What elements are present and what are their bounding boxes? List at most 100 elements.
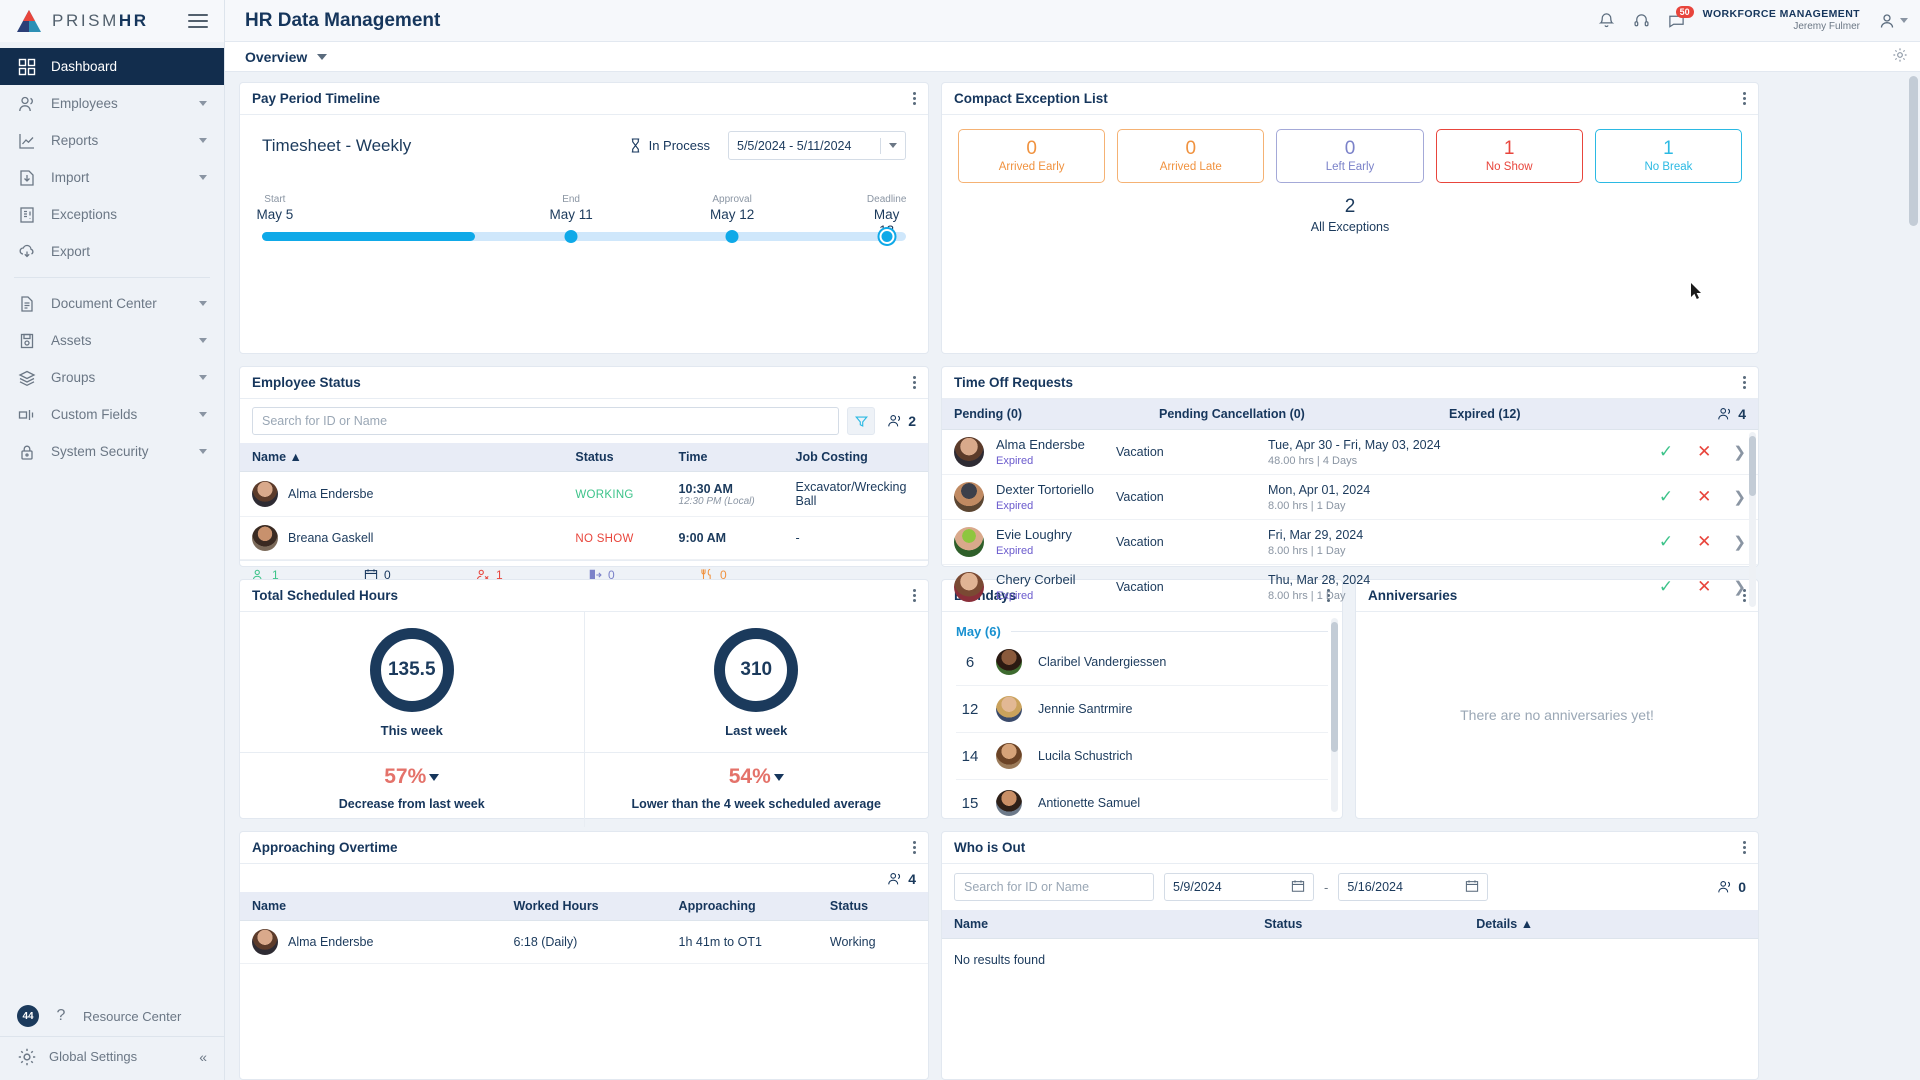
list-item[interactable]: 12 Jennie Santrmire bbox=[956, 686, 1328, 733]
column-header-details[interactable]: Details ▲ bbox=[1464, 910, 1758, 939]
chevron-right-icon[interactable]: ❯ bbox=[1733, 533, 1746, 551]
date-from-input[interactable]: 5/9/2024 bbox=[1164, 873, 1314, 901]
notifications-bell-icon[interactable] bbox=[1598, 12, 1615, 29]
column-header-approaching[interactable]: Approaching bbox=[666, 892, 818, 921]
search-input[interactable] bbox=[252, 407, 840, 435]
messages-icon[interactable]: 50 bbox=[1668, 6, 1694, 29]
column-header-time[interactable]: Time bbox=[666, 443, 784, 472]
chevron-down-icon bbox=[1900, 18, 1908, 23]
chevron-down-icon[interactable] bbox=[199, 412, 207, 417]
birthdays-scrollbar[interactable] bbox=[1331, 618, 1338, 812]
collapse-sidebar-icon[interactable]: « bbox=[199, 1049, 207, 1065]
support-icon[interactable] bbox=[1633, 12, 1650, 29]
sidebar-item-dashboard[interactable]: Dashboard bbox=[0, 48, 224, 85]
tab-overview[interactable]: Overview bbox=[245, 48, 328, 65]
exception-card-arrived-early[interactable]: 0 Arrived Early bbox=[958, 129, 1106, 183]
card-menu-icon[interactable] bbox=[913, 839, 916, 856]
card-menu-icon[interactable] bbox=[913, 587, 916, 604]
approve-icon[interactable]: ✓ bbox=[1659, 487, 1673, 507]
list-item[interactable]: 15 Antionette Samuel bbox=[956, 780, 1328, 818]
sidebar-item-employees[interactable]: Employees bbox=[0, 85, 224, 122]
chevron-down-icon[interactable] bbox=[199, 138, 207, 143]
request-hours: 8.00 hrs | 1 Day bbox=[1268, 590, 1346, 602]
approve-icon[interactable]: ✓ bbox=[1659, 577, 1673, 597]
tab-pending-cancellation[interactable]: Pending Cancellation (0) bbox=[1159, 407, 1449, 421]
sidebar-item-system-security[interactable]: System Security bbox=[0, 433, 224, 470]
calendar-icon[interactable] bbox=[1291, 879, 1305, 896]
time-off-row[interactable]: Chery Corbeil Expired Vacation Thu, Mar 2… bbox=[942, 565, 1758, 609]
sidebar-item-groups[interactable]: Groups bbox=[0, 359, 224, 396]
reject-icon[interactable]: ✕ bbox=[1697, 577, 1711, 597]
approve-icon[interactable]: ✓ bbox=[1659, 442, 1673, 462]
table-header-row: Name ▲ Status Time Job Costing bbox=[240, 443, 928, 472]
list-item[interactable]: 6 Claribel Vandergiessen bbox=[956, 639, 1328, 686]
chevron-right-icon[interactable]: ❯ bbox=[1733, 443, 1746, 461]
time-off-requests-card: Time Off Requests Pending (0) Pending Ca… bbox=[941, 366, 1759, 607]
global-settings-button[interactable]: Global Settings « bbox=[0, 1036, 224, 1076]
table-row[interactable]: Alma Endersbe 6:18 (Daily) 1h 41m to OT1… bbox=[240, 920, 928, 964]
user-menu-button[interactable] bbox=[1878, 12, 1908, 30]
sidebar-item-import[interactable]: Import bbox=[0, 159, 224, 196]
reject-icon[interactable]: ✕ bbox=[1697, 442, 1711, 462]
chevron-down-icon[interactable] bbox=[199, 101, 207, 106]
sidebar-item-assets[interactable]: Assets bbox=[0, 322, 224, 359]
chevron-down-icon[interactable] bbox=[199, 301, 207, 306]
chevron-down-icon[interactable] bbox=[199, 338, 207, 343]
card-menu-icon[interactable] bbox=[1743, 374, 1746, 391]
exception-card-no-show[interactable]: 1 No Show bbox=[1435, 129, 1583, 183]
column-header-name[interactable]: Name ▲ bbox=[240, 443, 564, 472]
card-menu-icon[interactable] bbox=[1743, 839, 1746, 856]
sidebar-item-exceptions[interactable]: Exceptions bbox=[0, 196, 224, 233]
timeline-dot-approval[interactable] bbox=[725, 230, 739, 243]
chevron-down-icon[interactable] bbox=[199, 449, 207, 454]
page-scrollbar[interactable] bbox=[1909, 76, 1918, 1076]
column-header-name[interactable]: Name bbox=[942, 910, 1253, 939]
sidebar-item-document-center[interactable]: Document Center bbox=[0, 285, 224, 322]
column-header-status[interactable]: Status bbox=[563, 443, 667, 472]
pay-period-date-select[interactable]: 5/5/2024 - 5/11/2024 bbox=[728, 131, 906, 160]
chevron-down-icon[interactable] bbox=[199, 375, 207, 380]
tab-pending[interactable]: Pending (0) bbox=[954, 407, 1159, 421]
time-off-row[interactable]: Alma Endersbe Expired Vacation Tue, Apr 3… bbox=[942, 430, 1758, 475]
date-to-input[interactable]: 5/16/2024 bbox=[1338, 873, 1489, 901]
reject-icon[interactable]: ✕ bbox=[1697, 532, 1711, 552]
search-input[interactable] bbox=[954, 873, 1154, 901]
hamburger-menu-icon[interactable] bbox=[188, 10, 208, 32]
time-off-row[interactable]: Dexter Tortoriello Expired Vacation Mon, … bbox=[942, 475, 1758, 520]
resource-center-button[interactable]: 44 ? Resource Center bbox=[0, 996, 224, 1036]
timeline-dot-deadline[interactable] bbox=[879, 229, 895, 244]
table-row[interactable]: Alma Endersbe WORKING 10:30 AM 12:30 PM (… bbox=[240, 471, 928, 517]
chevron-down-icon[interactable] bbox=[199, 175, 207, 180]
card-menu-icon[interactable] bbox=[1743, 90, 1746, 107]
calendar-icon[interactable] bbox=[1465, 879, 1479, 896]
tab-expired[interactable]: Expired (12) bbox=[1449, 407, 1521, 421]
chevron-right-icon[interactable]: ❯ bbox=[1733, 488, 1746, 506]
dashboard-settings-icon[interactable] bbox=[1892, 47, 1908, 66]
avatar bbox=[996, 790, 1022, 816]
filter-icon[interactable] bbox=[847, 407, 876, 435]
chevron-right-icon[interactable]: ❯ bbox=[1733, 578, 1746, 596]
time-off-row[interactable]: Evie Loughry Expired Vacation Fri, Mar 29… bbox=[942, 520, 1758, 565]
time-off-scrollbar[interactable] bbox=[1749, 432, 1756, 607]
approve-icon[interactable]: ✓ bbox=[1659, 532, 1673, 552]
sidebar-item-custom-fields[interactable]: Custom Fields bbox=[0, 396, 224, 433]
sidebar-item-reports[interactable]: Reports bbox=[0, 122, 224, 159]
pay-period-timeline-slider[interactable]: Start May 5 End May 11 Approval May 12 D… bbox=[256, 194, 906, 250]
tab-overview-label: Overview bbox=[245, 48, 308, 65]
column-header-status[interactable]: Status bbox=[817, 892, 928, 921]
sidebar-item-export[interactable]: Export bbox=[0, 233, 224, 270]
exception-card-no-break[interactable]: 1 No Break bbox=[1594, 129, 1743, 183]
column-header-worked-hours[interactable]: Worked Hours bbox=[501, 892, 667, 921]
exception-card-arrived-late[interactable]: 0 Arrived Late bbox=[1117, 129, 1265, 183]
card-menu-icon[interactable] bbox=[913, 90, 916, 107]
column-header-status[interactable]: Status bbox=[1252, 910, 1465, 939]
workforce-management-label[interactable]: WORKFORCE MANAGEMENT Jeremy Fulmer bbox=[1703, 8, 1860, 34]
column-header-job-costing[interactable]: Job Costing bbox=[783, 443, 928, 472]
timeline-dot-end[interactable] bbox=[564, 230, 578, 243]
list-item[interactable]: 14 Lucila Schustrich bbox=[956, 733, 1328, 780]
exception-card-left-early[interactable]: 0 Left Early bbox=[1276, 129, 1424, 183]
column-header-name[interactable]: Name bbox=[240, 892, 502, 921]
table-row[interactable]: Breana Gaskell NO SHOW 9:00 AM - bbox=[240, 516, 928, 560]
reject-icon[interactable]: ✕ bbox=[1697, 487, 1711, 507]
card-menu-icon[interactable] bbox=[913, 374, 916, 391]
